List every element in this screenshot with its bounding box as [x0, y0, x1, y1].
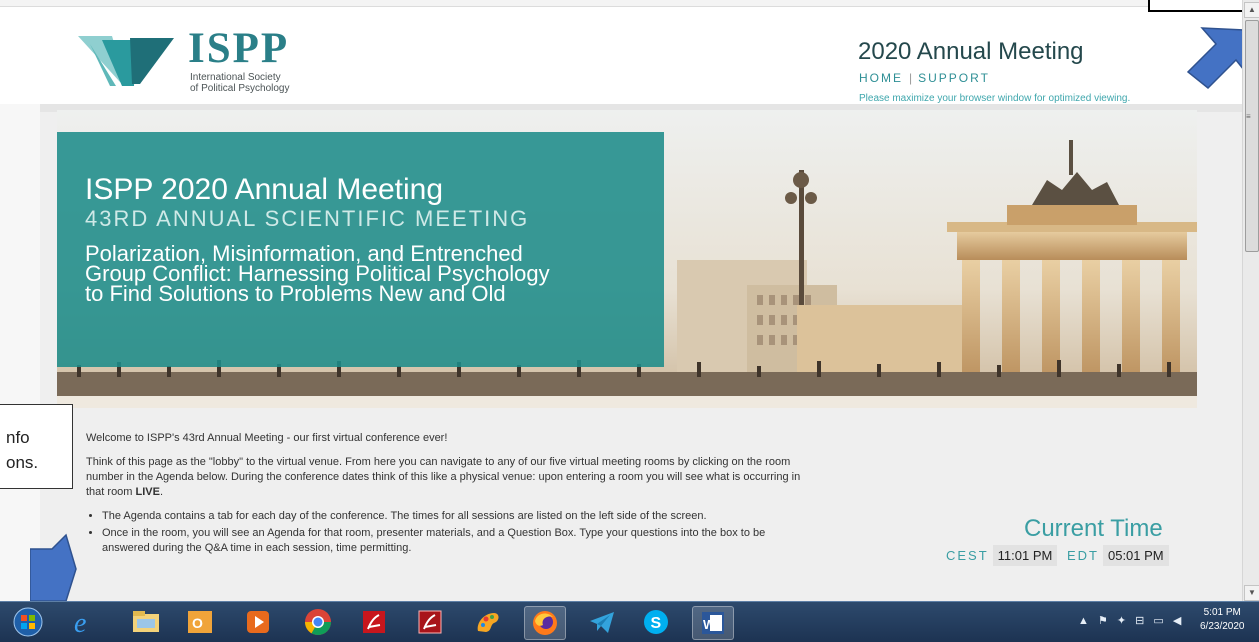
- lobby-text: Think of this page as the "lobby" to the…: [86, 455, 806, 500]
- taskbar-clock[interactable]: 5:01 PM 6/23/2020: [1200, 606, 1245, 634]
- welcome-content: Welcome to ISPP's 43rd Annual Meeting - …: [86, 431, 806, 558]
- file-explorer-icon[interactable]: [126, 606, 166, 638]
- cest-time: 11:01 PM: [992, 545, 1058, 566]
- nav-support-link[interactable]: SUPPORT: [918, 71, 990, 85]
- page-title: 2020 Annual Meeting: [858, 38, 1084, 65]
- svg-text:O: O: [192, 615, 203, 631]
- nav-separator: |: [909, 71, 913, 85]
- svg-text:e: e: [74, 608, 86, 636]
- annotation-callout-box: nfo ons.: [0, 404, 73, 489]
- clock-time: 5:01 PM: [1203, 607, 1241, 618]
- current-time-row: CEST 11:01 PM EDT 05:01 PM: [946, 545, 1175, 566]
- scroll-up-icon[interactable]: ▲: [1244, 2, 1259, 18]
- annotation-arrow-icon: [1186, 27, 1242, 90]
- system-tray-icons[interactable]: ▲ ⚑ ✦ ⊟ ▭ ◀: [1078, 614, 1184, 627]
- logo-subtitle-line-2: of Political Psychology: [190, 83, 290, 94]
- skype-icon[interactable]: S: [636, 606, 676, 638]
- svg-text:S: S: [651, 615, 662, 632]
- current-time-title: Current Time: [1024, 515, 1163, 542]
- lobby-live-label: LIVE: [135, 486, 160, 498]
- scroll-down-icon[interactable]: ▼: [1244, 585, 1259, 601]
- edt-time: 05:01 PM: [1102, 545, 1169, 566]
- logo-subtitle-line-1: International Society: [190, 72, 281, 83]
- banner-title: ISPP 2020 Annual Meeting: [85, 173, 444, 206]
- chrome-icon[interactable]: [298, 606, 338, 638]
- scrollbar-thumb[interactable]: [1245, 20, 1259, 252]
- clock-date: 6/23/2020: [1200, 621, 1245, 632]
- annotation-arrow-icon-lower: [30, 533, 77, 601]
- edt-label: EDT: [1066, 548, 1099, 563]
- annotation-text: nfo ons.: [6, 425, 38, 475]
- lobby-text-body: Think of this page as the "lobby" to the…: [86, 456, 801, 498]
- annotation-line-2: ons.: [6, 453, 39, 472]
- welcome-text: Welcome to ISPP's 43rd Annual Meeting - …: [86, 432, 448, 444]
- svg-text:W: W: [703, 617, 716, 632]
- acrobat-reader-icon[interactable]: [410, 606, 450, 638]
- lobby-text-end: .: [159, 486, 164, 498]
- cest-label: CEST: [946, 548, 989, 563]
- banner-subtitle: 43RD ANNUAL SCIENTIFIC MEETING: [85, 206, 530, 231]
- windows-start-icon[interactable]: [10, 606, 46, 638]
- top-nav: HOME | SUPPORT: [859, 71, 990, 85]
- ispp-logo[interactable]: ISPP International Society of Political …: [76, 26, 316, 96]
- info-bullet-list: The Agenda contains a tab for each day o…: [86, 509, 806, 556]
- browser-page: ISPP International Society of Political …: [0, 0, 1242, 601]
- acrobat-icon[interactable]: [354, 606, 394, 638]
- telegram-icon[interactable]: [582, 606, 622, 638]
- firefox-icon[interactable]: [524, 606, 566, 640]
- banner-theme-line-3: to Find Solutions to Problems New and Ol…: [85, 281, 506, 306]
- scrollbar-grip-icon: ≡: [1246, 112, 1251, 121]
- paint-icon[interactable]: [468, 606, 508, 638]
- list-item: The Agenda contains a tab for each day o…: [102, 509, 806, 524]
- vertical-scrollbar[interactable]: ▲ ≡ ▼: [1242, 0, 1259, 601]
- windows-taskbar: e O S W ▲ ⚑ ✦ ⊟ ▭ ◀ 5:01 PM 6/23/2020: [0, 601, 1259, 642]
- media-player-icon[interactable]: [238, 606, 278, 638]
- logo-subtitle: International Society of Political Psych…: [190, 72, 290, 94]
- word-icon[interactable]: W: [692, 606, 734, 640]
- top-strip: [0, 0, 1242, 7]
- logo-title: ISPP: [188, 25, 290, 72]
- maximize-note: Please maximize your browser window for …: [859, 93, 1131, 104]
- internet-explorer-icon[interactable]: e: [64, 606, 104, 638]
- nav-home-link[interactable]: HOME: [859, 71, 903, 85]
- annotation-line-1: nfo: [6, 428, 30, 447]
- list-item: Once in the room, you will see an Agenda…: [102, 526, 806, 556]
- banner-theme: Polarization, Misinformation, and Entren…: [85, 243, 725, 306]
- annotation-corner-box: [1148, 0, 1242, 12]
- ispp-psi-logo-icon: [78, 36, 174, 86]
- outlook-icon[interactable]: O: [180, 606, 220, 638]
